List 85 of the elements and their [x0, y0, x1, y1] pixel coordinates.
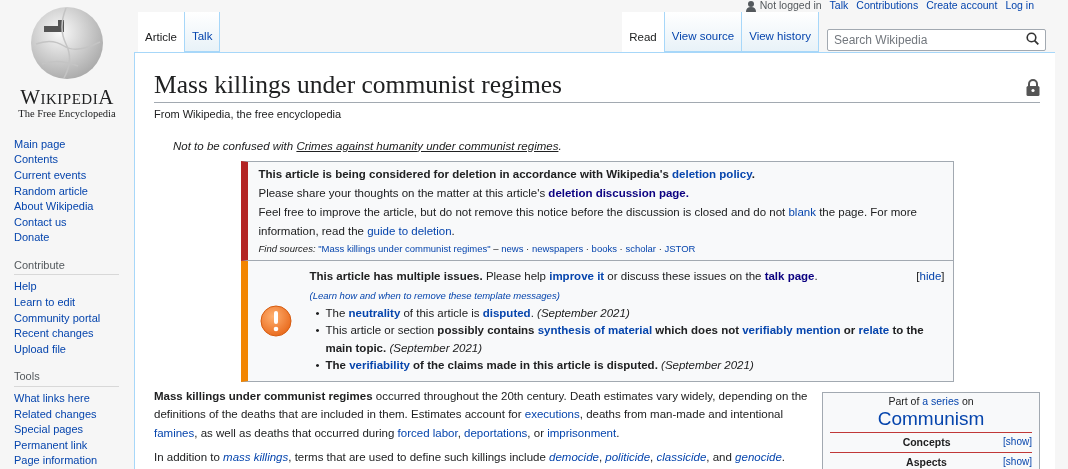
- sidebar-heading: Tools: [14, 369, 119, 388]
- sidebar-link[interactable]: Learn to edit: [14, 295, 76, 311]
- link[interactable]: deletion discussion page.: [548, 186, 689, 199]
- infobox-intro: Part of a series on: [888, 393, 974, 409]
- link[interactable]: "Mass killings under communist regimes": [318, 242, 491, 254]
- sidebar-link[interactable]: Contents: [14, 152, 59, 168]
- puzzle-globe-icon[interactable]: [28, 4, 106, 80]
- notice-text: This article is being considered for deletion in accordance with Wikipedia's deletion policy.: [258, 166, 756, 182]
- link[interactable]: blank: [788, 205, 816, 218]
- section-label: Concepts: [901, 435, 952, 450]
- sidebar-link[interactable]: What links here: [14, 391, 90, 407]
- sidebar-link[interactable]: Recent changes: [14, 326, 94, 342]
- sidebar-link[interactable]: Random article: [14, 183, 88, 200]
- sidebar-link[interactable]: Main page: [14, 136, 66, 153]
- page-title: Mass killings under communist regimes: [154, 70, 562, 100]
- logo-tagline: The Free Encyclopedia: [18, 108, 116, 120]
- link[interactable]: genocide: [735, 451, 782, 464]
- link[interactable]: forced labor: [397, 426, 458, 439]
- warning-icon: [259, 304, 292, 337]
- link[interactable]: a series: [922, 394, 959, 407]
- sidebar-link[interactable]: Help: [14, 279, 37, 296]
- link[interactable]: improve it: [549, 269, 605, 282]
- hide-toggle[interactable]: [hide]: [916, 266, 945, 286]
- show-toggle[interactable]: [show]: [1003, 453, 1032, 469]
- user-icon: [745, 0, 756, 12]
- sidebar-heading: Contribute: [14, 257, 119, 276]
- lock-icon[interactable]: [1026, 79, 1040, 96]
- issues-header: This article has multiple issues. Please help improve it or discuss these issues on the talk page. (Learn how and when to remove these template messages): [309, 268, 819, 303]
- link[interactable]: politicide: [605, 451, 651, 464]
- link[interactable]: newspapers: [531, 242, 584, 254]
- personal-link[interactable]: Talk: [829, 0, 849, 14]
- link[interactable]: executions: [524, 408, 580, 421]
- sidebar-link[interactable]: Community portal: [14, 310, 101, 327]
- tab[interactable]: View source: [664, 12, 743, 52]
- link[interactable]: books: [591, 242, 617, 254]
- issue-item: This article or section possibly contains synthesis of material which does not verifiably mention or relate to the main topic. (September 2021): [325, 323, 925, 356]
- sidebar-link[interactable]: Current events: [14, 167, 87, 184]
- link[interactable]: democide: [549, 451, 599, 464]
- link[interactable]: (Learn how and when to remove these template messages): [309, 289, 560, 301]
- tab[interactable]: Talk: [184, 12, 221, 52]
- personal-link[interactable]: Log in: [1005, 0, 1034, 14]
- sidebar-link[interactable]: Special pages: [14, 422, 84, 438]
- personal-link[interactable]: Contributions: [856, 0, 919, 14]
- link[interactable]: neutrality: [348, 306, 401, 319]
- page-tagline: From Wikipedia, the free encyclopedia: [154, 107, 343, 122]
- link[interactable]: news: [501, 242, 524, 254]
- search-field[interactable]: Search Wikipedia: [827, 29, 1046, 51]
- tab[interactable]: View history: [742, 12, 819, 52]
- sidebar-link[interactable]: Permanent link: [14, 437, 88, 454]
- sidebar-link[interactable]: Upload file: [14, 341, 66, 358]
- link[interactable]: deletion policy: [672, 167, 752, 180]
- tab[interactable]: Article: [138, 12, 185, 52]
- sidebar-link[interactable]: Page information: [14, 453, 98, 469]
- search-icon[interactable]: [1026, 32, 1039, 45]
- link[interactable]: synthesis of material: [537, 324, 653, 337]
- logo-wordmark[interactable]: WikipediA: [20, 86, 114, 108]
- find-sources-text: Find sources: "Mass killings under communist regimes" – news · newspapers · books · scholar · JSTOR: [258, 241, 696, 256]
- link[interactable]: verifiably mention: [742, 324, 841, 337]
- bullet: •: [315, 305, 321, 321]
- personal-link[interactable]: Create account: [926, 0, 998, 14]
- sidebar-link[interactable]: Contact us: [14, 214, 67, 231]
- link[interactable]: scholar: [625, 242, 657, 254]
- login-status: Not logged in: [759, 0, 822, 14]
- link[interactable]: relate: [858, 324, 890, 337]
- tab[interactable]: Read: [622, 12, 665, 52]
- link[interactable]: JSTOR: [664, 242, 696, 254]
- notice-text: Feel free to improve the article, but do not remove this notice before the discussion is closed and do not blank the page. For more information, read the guide to deletion.: [258, 204, 918, 239]
- issue-item: The verifiability of the claims made in this article is disputed. (September 2021): [325, 358, 755, 374]
- paragraph: Mass killings under communist regimes occurred throughout the 20th century. Death estimates vary widely, depending on the definitions of the deaths that are included in them. Estimates account for executions, deaths from man-made and intentional famines, as well as deaths that occurred during forced labor, deportations, or imprisonment.: [154, 388, 808, 441]
- show-toggle[interactable]: [show]: [1003, 433, 1032, 452]
- link[interactable]: classicide: [656, 451, 707, 464]
- sidebar-link[interactable]: Related changes: [14, 406, 97, 423]
- link[interactable]: guide to deletion: [367, 224, 452, 237]
- link[interactable]: verifiability: [349, 359, 410, 372]
- issue-item: The neutrality of this article is disputed. (September 2021): [325, 305, 631, 321]
- hatnote: Not to be confused with Crimes against humanity under communist regimes.: [173, 138, 562, 154]
- bullet: •: [315, 358, 321, 374]
- paragraph: In addition to mass killings, terms that are used to define such killings include democide, politicide, classicide, and genocide.: [154, 450, 786, 466]
- link[interactable]: disputed: [482, 306, 531, 319]
- section-label: Aspects: [905, 455, 948, 469]
- notice-text: Please share your thoughts on the matter at this article's deletion discussion page.: [258, 185, 690, 201]
- bullet: •: [315, 323, 321, 339]
- infobox-title-link[interactable]: Communism: [877, 408, 985, 429]
- sidebar-link[interactable]: Donate: [14, 230, 50, 246]
- sidebar-link[interactable]: About Wikipedia: [14, 199, 94, 215]
